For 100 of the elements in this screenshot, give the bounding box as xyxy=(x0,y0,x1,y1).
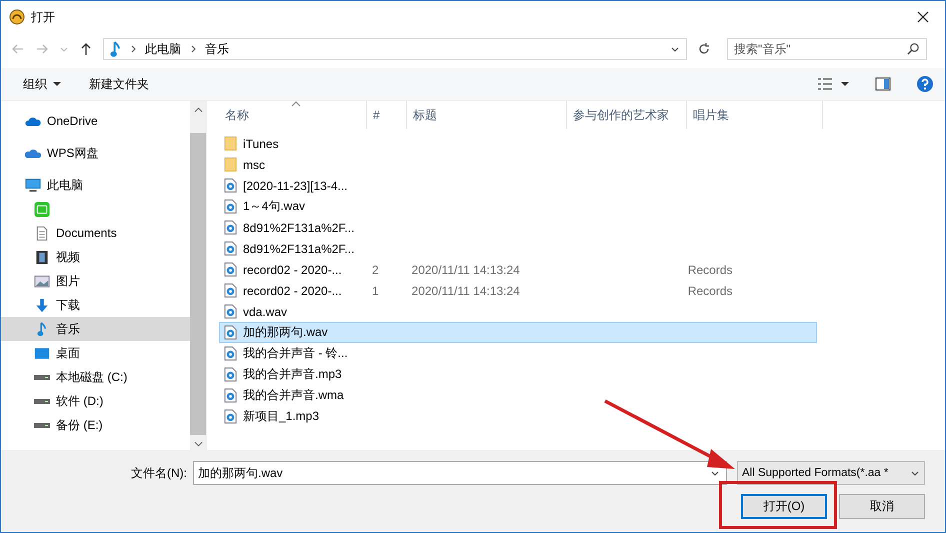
file-name: 加的那两句.wav xyxy=(243,324,328,341)
file-name: msc xyxy=(243,158,265,172)
down-arrow-icon xyxy=(34,298,50,312)
folder-icon xyxy=(224,136,237,151)
file-name: 8d91%2F131a%2F... xyxy=(243,220,354,234)
music-note-icon xyxy=(110,40,121,58)
file-name: 1～4句.wav xyxy=(243,198,306,215)
scroll-down-icon[interactable] xyxy=(194,441,202,447)
sidebar-item[interactable]: 桌面 xyxy=(1,341,190,365)
cancel-button[interactable]: 取消 xyxy=(839,494,925,519)
file-name: 我的合并声音.wma xyxy=(243,387,344,404)
file-name: record02 - 2020-... xyxy=(243,262,342,276)
sidebar-item[interactable]: 音乐 xyxy=(1,317,190,341)
computer-icon xyxy=(25,178,41,192)
view-options-icon[interactable] xyxy=(817,77,833,91)
scrollbar-thumb[interactable] xyxy=(190,133,206,435)
file-row[interactable]: msc xyxy=(219,154,817,175)
audio-file-icon xyxy=(224,325,237,340)
sidebar-item[interactable]: Documents xyxy=(1,221,190,245)
drive-icon xyxy=(34,374,50,380)
file-name: record02 - 2020-... xyxy=(243,284,342,298)
filename-field[interactable]: 加的那两句.wav xyxy=(193,461,727,485)
sidebar-item[interactable]: OneDrive xyxy=(1,109,190,133)
file-type-dropdown[interactable]: All Supported Formats(*.aa * xyxy=(737,461,925,485)
file-name: 我的合并声音.mp3 xyxy=(243,366,342,383)
folder-icon xyxy=(224,157,237,172)
file-row[interactable]: 我的合并声音.mp3 xyxy=(219,364,817,385)
file-row[interactable]: vda.wav xyxy=(219,301,817,322)
file-row[interactable]: record02 - 2020-... 2 2020/11/11 14:13:24 Records xyxy=(219,259,817,280)
column-header[interactable]: # xyxy=(367,101,407,129)
chevron-right-icon xyxy=(189,45,197,53)
sidebar-item[interactable]: 下载 xyxy=(1,293,190,317)
file-name: 我的合并声音 - 铃... xyxy=(243,345,348,362)
address-bar[interactable]: 此电脑 音乐 xyxy=(103,38,687,60)
audio-file-icon xyxy=(224,409,237,424)
file-row[interactable]: 新项目_1.mp3 xyxy=(219,406,817,427)
file-row[interactable]: 我的合并声音.wma xyxy=(219,385,817,406)
file-row[interactable]: iTunes xyxy=(219,133,817,154)
table-cell: Records xyxy=(688,262,732,276)
organize-button[interactable]: 组织 xyxy=(15,72,69,96)
picture-icon xyxy=(34,274,50,288)
file-row[interactable]: 我的合并声音 - 铃... xyxy=(219,343,817,364)
audio-file-icon xyxy=(224,304,237,319)
caret-icon xyxy=(53,81,61,87)
audio-file-icon xyxy=(224,262,237,277)
scroll-up-icon[interactable] xyxy=(194,107,202,113)
help-icon[interactable] xyxy=(917,76,933,92)
table-cell: Records xyxy=(688,284,732,298)
open-button[interactable]: 打开(O) xyxy=(741,494,827,519)
file-name: [2020-11-23][13-4... xyxy=(243,178,348,192)
drive-icon xyxy=(34,398,50,404)
preview-pane-icon[interactable] xyxy=(875,77,891,91)
sidebar-item[interactable]: 备份 (E:) xyxy=(1,413,190,437)
document-icon xyxy=(34,226,50,240)
sidebar-item[interactable]: 此电脑 xyxy=(1,173,190,197)
drive-icon xyxy=(34,422,50,428)
chevron-right-icon xyxy=(129,45,137,53)
file-row[interactable]: 8d91%2F131a%2F... xyxy=(219,238,817,259)
column-header[interactable]: 名称 xyxy=(219,101,367,129)
audio-file-icon xyxy=(224,283,237,298)
breadcrumb-item[interactable]: 音乐 xyxy=(205,40,229,58)
audio-file-icon xyxy=(224,367,237,382)
up-arrow-icon[interactable] xyxy=(79,42,93,56)
audio-file-icon xyxy=(224,220,237,235)
close-icon[interactable] xyxy=(917,11,929,23)
audio-file-icon xyxy=(224,178,237,193)
caret-icon[interactable] xyxy=(841,81,849,87)
table-cell: 2 xyxy=(372,262,379,276)
audio-file-icon xyxy=(224,199,237,214)
window-title: 打开 xyxy=(31,8,55,26)
search-icon xyxy=(907,42,920,55)
file-row[interactable]: 8d91%2F131a%2F... xyxy=(219,217,817,238)
file-name: iTunes xyxy=(243,136,279,150)
file-row[interactable]: record02 - 2020-... 1 2020/11/11 14:13:24 Records xyxy=(219,280,817,301)
app-icon xyxy=(34,202,50,216)
sidebar-item[interactable]: 图片 xyxy=(1,269,190,293)
film-icon xyxy=(34,250,50,264)
audio-file-icon xyxy=(224,388,237,403)
column-header[interactable]: 标题 xyxy=(407,101,567,129)
audio-file-icon xyxy=(224,241,237,256)
table-cell: 1 xyxy=(372,284,379,298)
sidebar-item[interactable]: 本地磁盘 (C:) xyxy=(1,365,190,389)
file-row[interactable]: 1～4句.wav xyxy=(219,196,817,217)
file-row[interactable]: 加的那两句.wav xyxy=(219,322,817,343)
sidebar-item[interactable]: 软件 (D:) xyxy=(1,389,190,413)
column-header[interactable]: 唱片集 xyxy=(687,101,823,129)
refresh-icon[interactable] xyxy=(697,42,711,56)
table-cell: 2020/11/11 14:13:24 xyxy=(412,262,520,276)
file-row[interactable]: [2020-11-23][13-4... xyxy=(219,175,817,196)
column-header[interactable]: 参与创作的艺术家 xyxy=(567,101,687,129)
sidebar-item[interactable]: WPS网盘 xyxy=(1,141,190,165)
table-cell: 2020/11/11 14:13:24 xyxy=(412,284,520,298)
new-folder-button[interactable]: 新建文件夹 xyxy=(81,72,157,96)
breadcrumb-item[interactable]: 此电脑 xyxy=(145,40,181,58)
sidebar-item[interactable]: 视频 xyxy=(1,245,190,269)
file-name: vda.wav xyxy=(243,304,288,318)
search-field[interactable]: 搜索"音乐" xyxy=(727,38,927,60)
audio-file-icon xyxy=(224,346,237,361)
file-name: 8d91%2F131a%2F... xyxy=(243,242,354,256)
desktop-icon xyxy=(34,346,50,360)
